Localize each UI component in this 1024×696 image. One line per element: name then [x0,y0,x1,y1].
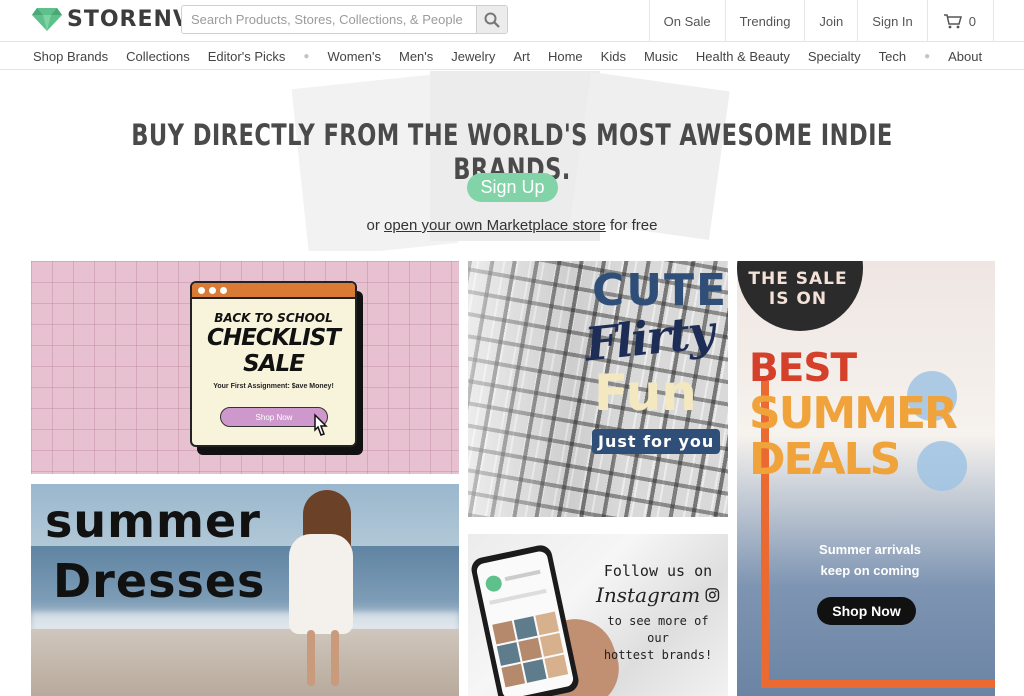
instagram-line3: hottest brands! [603,648,713,662]
cart-count: 0 [968,13,976,29]
instagram-brand-row: Instagram [596,583,720,607]
instagram-subtext: to see more of our hottest brands! [596,613,720,664]
nav-tech[interactable]: Tech [879,49,906,64]
nav-about[interactable]: About [948,49,982,64]
back-to-school-tile[interactable]: BACK TO SCHOOL CHECKLIST SALE Your First… [31,261,459,474]
search-button[interactable] [476,6,507,33]
beach-sand [31,629,459,696]
on-sale-link[interactable]: On Sale [648,0,725,42]
heart-gem-icon [32,8,62,31]
profile-bio [489,588,547,605]
instagram-callout: Follow us on Instagram to see more of ou… [596,562,720,664]
instagram-line2: to see more of our [607,614,709,645]
nav-separator: ● [303,50,310,62]
cart-icon [943,14,962,29]
summer-dresses-tile[interactable]: summer Dresses [31,484,459,696]
nav-art[interactable]: Art [513,49,530,64]
nav-editors-picks[interactable]: Editor's Picks [208,49,286,64]
join-link[interactable]: Join [804,0,857,42]
hero-sub-suffix: for free [609,217,658,234]
top-header: STORENVY On Sale Trending Join Sign In 0 [0,0,1024,42]
nav-shop-brands[interactable]: Shop Brands [33,49,108,64]
retro-window: BACK TO SCHOOL CHECKLIST SALE Your First… [190,281,357,447]
nav-collections[interactable]: Collections [126,49,190,64]
trending-link[interactable]: Trending [724,0,805,42]
woman-leg [331,630,339,686]
arrivals-line1: Summer arrivals [819,542,921,557]
photo-grid [492,611,569,688]
account-links: On Sale Trending Join Sign In 0 [648,0,994,42]
summer-text: summer [45,494,261,548]
summer-arrivals-text: Summer arrivals keep on coming [797,539,943,581]
nav-separator: ● [924,50,931,62]
nav-health-beauty[interactable]: Health & Beauty [696,49,790,64]
bts-line1: BACK TO SCHOOL [214,311,333,325]
just-for-you-label: Just for you [592,429,721,454]
nav-womens[interactable]: Women's [327,49,381,64]
cart-button[interactable]: 0 [926,0,994,42]
sign-in-link[interactable]: Sign In [857,0,926,42]
instagram-wordmark: Instagram [596,583,701,607]
nav-specialty[interactable]: Specialty [808,49,861,64]
nav-mens[interactable]: Men's [399,49,433,64]
nav-home[interactable]: Home [548,49,583,64]
hero-subtext: or open your own Marketplace store for f… [0,217,1024,234]
hero-sub-prefix: or [366,217,380,234]
profile-avatar [484,574,504,594]
fun-text: Fun [594,364,697,422]
nav-kids[interactable]: Kids [601,49,626,64]
profile-stats [504,569,541,582]
instagram-tile[interactable]: Follow us on Instagram to see more of ou… [468,534,728,696]
summer-text: SUMMER [749,388,958,439]
search-icon [484,12,500,28]
window-titlebar [192,283,355,299]
woman-leg [307,630,315,686]
sign-up-button[interactable]: Sign Up [467,173,558,202]
search-input[interactable] [182,6,476,33]
cute-flirty-fun-tile[interactable]: CUTE Flirty Fun Just for you [468,261,728,517]
summer-shop-now-button[interactable]: Shop Now [817,597,916,625]
open-store-link[interactable]: open your own Marketplace store [384,217,606,234]
nav-jewelry[interactable]: Jewelry [451,49,495,64]
follow-us-text: Follow us on [603,562,713,580]
arrivals-line2: keep on coming [820,563,920,578]
search-bar [181,5,508,34]
bts-tagline: Your First Assignment: $ave Money! [213,383,334,390]
pointer-cursor-icon [314,413,328,436]
summer-deals-tile[interactable]: THE SALE IS ON BEST SUMMER DEALS Summer … [737,261,995,696]
bts-line2: CHECKLIST [206,325,341,351]
hero-banner: BUY DIRECTLY FROM THE WORLD'S MOST AWESO… [0,71,1024,251]
deals-text: DEALS [749,434,901,485]
white-dress [289,534,353,634]
sale-badge-text: THE SALE IS ON [748,269,848,309]
dresses-text: Dresses [53,554,266,608]
best-text: BEST [749,346,857,391]
bts-line3: SALE [243,351,305,377]
instagram-icon [705,588,720,602]
nav-music[interactable]: Music [644,49,678,64]
category-nav: Shop Brands Collections Editor's Picks ●… [0,42,1024,70]
